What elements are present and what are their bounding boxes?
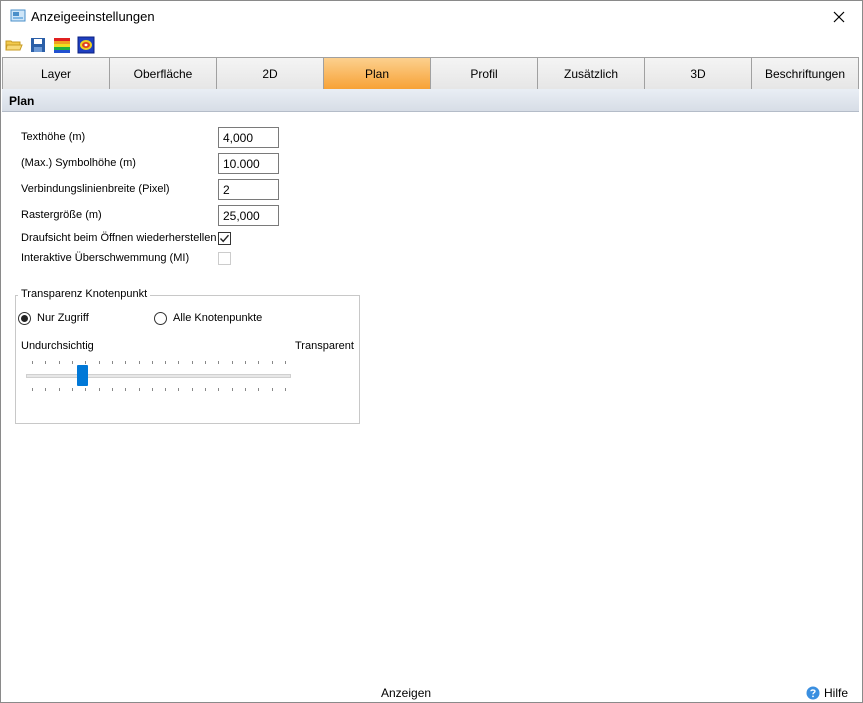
display-label: Anzeigen [381, 686, 432, 700]
radio-all-nodes[interactable] [154, 312, 167, 325]
slider-tick [165, 361, 166, 364]
color-palette-icon[interactable] [53, 36, 71, 54]
toolbar [1, 34, 862, 56]
interactive-flood-label: Interaktive Überschwemmung (MI) [21, 252, 190, 264]
slider-tick [59, 388, 60, 391]
status-bar: Anzeigen Hilfe [1, 681, 862, 703]
slider-tick [139, 361, 140, 364]
radio-access-only[interactable] [18, 312, 31, 325]
tab-strip: Layer Oberfläche 2D Plan Profil Zusätzli… [2, 57, 859, 90]
line-width-input[interactable] [218, 179, 279, 200]
transparency-group-title: Transparenz Knotenpunkt [18, 288, 151, 300]
color-map-icon[interactable] [77, 36, 95, 54]
help-label: Hilfe [824, 686, 849, 700]
restore-topview-checkbox[interactable] [218, 232, 231, 245]
close-button[interactable] [816, 1, 862, 32]
slider-tick [192, 361, 193, 364]
slider-tick [285, 361, 286, 364]
transparency-slider-thumb[interactable] [77, 365, 88, 386]
slider-tick [192, 388, 193, 391]
tab-layer[interactable]: Layer [2, 58, 110, 90]
slider-tick [205, 361, 206, 364]
close-icon [833, 11, 845, 22]
slider-tick [218, 361, 219, 364]
slider-tick [232, 361, 233, 364]
tab-beschriftungen[interactable]: Beschriftungen [751, 58, 859, 90]
slider-tick [165, 388, 166, 391]
interactive-flood-checkbox[interactable] [218, 252, 231, 265]
slider-tick [112, 361, 113, 364]
slider-tick [45, 361, 46, 364]
slider-tick [232, 388, 233, 391]
slider-tick [178, 388, 179, 391]
open-folder-icon[interactable] [5, 36, 23, 54]
text-height-label: Texthöhe (m) [21, 131, 86, 143]
slider-tick [139, 388, 140, 391]
line-width-label: Verbindungslinienbreite (Pixel) [21, 183, 170, 195]
restore-topview-label: Draufsicht beim Öffnen wiederherstellen [21, 232, 217, 244]
slider-tick [99, 388, 100, 391]
text-height-input[interactable] [218, 127, 279, 148]
tab-oberflaeche[interactable]: Oberfläche [109, 58, 217, 90]
save-icon[interactable] [29, 36, 47, 54]
slider-tick [152, 361, 153, 364]
slider-tick [32, 361, 33, 364]
slider-tick [112, 388, 113, 391]
radio-selected-dot [21, 315, 28, 322]
slider-tick [258, 388, 259, 391]
tab-profil[interactable]: Profil [430, 58, 538, 90]
slider-tick [205, 388, 206, 391]
slider-tick [72, 361, 73, 364]
slider-tick [285, 388, 286, 391]
slider-tick [245, 361, 246, 364]
settings-window: Anzeigeeinstellungen Layer Oberfläche 2D… [0, 0, 863, 703]
title-bar: Anzeigeeinstellungen [1, 1, 862, 32]
radio-access-only-label: Nur Zugriff [37, 312, 89, 324]
slider-tick [245, 388, 246, 391]
slider-tick [72, 388, 73, 391]
tab-zusaetzlich[interactable]: Zusätzlich [537, 58, 645, 90]
app-icon [10, 8, 26, 24]
slider-tick [272, 388, 273, 391]
checkmark-icon [219, 234, 230, 243]
symbol-height-input[interactable] [218, 153, 279, 174]
help-icon [806, 686, 820, 700]
slider-tick [59, 361, 60, 364]
slider-tick [99, 361, 100, 364]
tab-3d[interactable]: 3D [644, 58, 752, 90]
slider-tick [258, 361, 259, 364]
slider-tick [218, 388, 219, 391]
slider-tick [152, 388, 153, 391]
tab-2d[interactable]: 2D [216, 58, 324, 90]
slider-tick [85, 361, 86, 364]
slider-tick [272, 361, 273, 364]
slider-tick [45, 388, 46, 391]
slider-min-label: Undurchsichtig [21, 340, 94, 352]
grid-size-label: Rastergröße (m) [21, 209, 102, 221]
section-title: Plan [2, 89, 859, 112]
slider-tick [125, 361, 126, 364]
grid-size-input[interactable] [218, 205, 279, 226]
slider-tick [125, 388, 126, 391]
slider-max-label: Transparent [295, 340, 354, 352]
slider-tick [32, 388, 33, 391]
tab-plan[interactable]: Plan [323, 58, 431, 90]
symbol-height-label: (Max.) Symbolhöhe (m) [21, 157, 136, 169]
transparency-slider-track[interactable] [26, 374, 291, 378]
slider-tick [85, 388, 86, 391]
window-title: Anzeigeeinstellungen [31, 9, 155, 24]
help-button[interactable]: Hilfe [806, 684, 848, 702]
slider-tick [178, 361, 179, 364]
radio-all-nodes-label: Alle Knotenpunkte [173, 312, 263, 324]
